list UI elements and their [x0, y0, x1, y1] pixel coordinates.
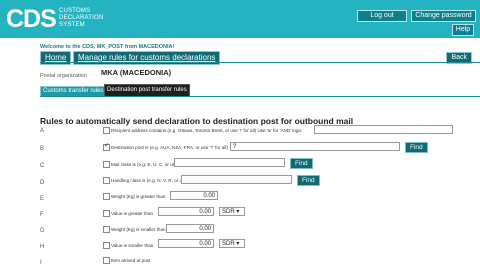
row-letter-a: A: [40, 128, 45, 134]
row-letter-d: D: [40, 180, 45, 186]
rule-h-input[interactable]: 0.00: [158, 239, 214, 248]
org-value: MKA (MACEDONIA): [101, 68, 172, 77]
row-letter-c: C: [40, 163, 45, 169]
cds-logo: CDS: [6, 5, 57, 33]
row-letter-e: E: [40, 196, 45, 202]
section-title: Rules to automatically send declaration …: [40, 116, 354, 126]
rule-b-text: Destination post is (e.g. AUA, NZA, FRA,…: [111, 145, 228, 150]
chevron-down-icon: ▾: [236, 209, 240, 215]
rule-a-text: Recipient address contains (e.g. Ottawa,…: [111, 128, 302, 133]
logo-sub-3: SYSTEM: [59, 22, 85, 28]
rule-f-input[interactable]: 0.00: [158, 207, 214, 216]
rule-b-find-button[interactable]: Find: [405, 142, 428, 153]
rule-e-input[interactable]: 0.00: [170, 191, 218, 200]
row-letter-h: H: [40, 244, 45, 250]
rule-c-find-button[interactable]: Find: [290, 158, 313, 169]
rule-h-currency-select[interactable]: SDR ▾: [219, 239, 245, 248]
nav-divider: [40, 62, 480, 63]
rule-d-input[interactable]: [181, 175, 292, 184]
rule-i-checkbox[interactable]: [103, 257, 110, 264]
rule-c-checkbox[interactable]: [103, 161, 110, 168]
row-letter-i: I: [40, 260, 42, 266]
rule-a-input[interactable]: [314, 125, 453, 134]
rule-g-checkbox[interactable]: [103, 226, 110, 233]
rule-c-input[interactable]: [174, 158, 285, 167]
rule-e-checkbox[interactable]: [103, 193, 110, 200]
rule-a-checkbox[interactable]: [103, 127, 110, 134]
rule-g-text: Weight [Kg] is smaller than: [111, 227, 166, 232]
org-label: Postal organization: [40, 73, 87, 79]
rule-f-text: Value is greater than: [111, 211, 154, 216]
row-letter-g: G: [40, 228, 45, 234]
rule-h-checkbox[interactable]: [103, 242, 110, 249]
logo-sub-1: CUSTOMS: [59, 8, 91, 14]
logo-subtitle: CUSTOMS DECLARATION SYSTEM: [59, 8, 103, 29]
rule-i-text: Item arrived at post: [111, 258, 151, 263]
rule-d-checkbox[interactable]: [103, 177, 110, 184]
rule-f-currency-select[interactable]: SDR ▾: [219, 207, 245, 216]
rule-e-text: Weight [Kg] is greater than: [111, 194, 166, 199]
logo-sub-2: DECLARATION: [59, 15, 104, 21]
rule-f-currency-value: SDR: [222, 209, 235, 215]
rule-h-currency-value: SDR: [222, 241, 235, 247]
help-button[interactable]: Help: [452, 24, 474, 36]
rule-g-input[interactable]: 0.00: [166, 224, 214, 233]
row-letter-f: F: [40, 212, 44, 218]
rule-b-checkbox[interactable]: [103, 142, 110, 151]
rule-b-input[interactable]: ?: [230, 142, 400, 151]
chevron-down-icon: ▾: [236, 241, 240, 247]
logout-button[interactable]: Log out: [357, 10, 407, 22]
welcome-message: Welcome to the CDS, MK_POST from MACEDON…: [40, 44, 175, 50]
change-password-button[interactable]: Change password: [411, 10, 476, 22]
rule-f-checkbox[interactable]: [103, 210, 110, 217]
subtab-divider: [40, 96, 480, 97]
row-letter-b: B: [40, 146, 45, 152]
rule-h-text: Value is smaller than: [111, 243, 154, 248]
rule-d-find-button[interactable]: Find: [297, 175, 320, 186]
